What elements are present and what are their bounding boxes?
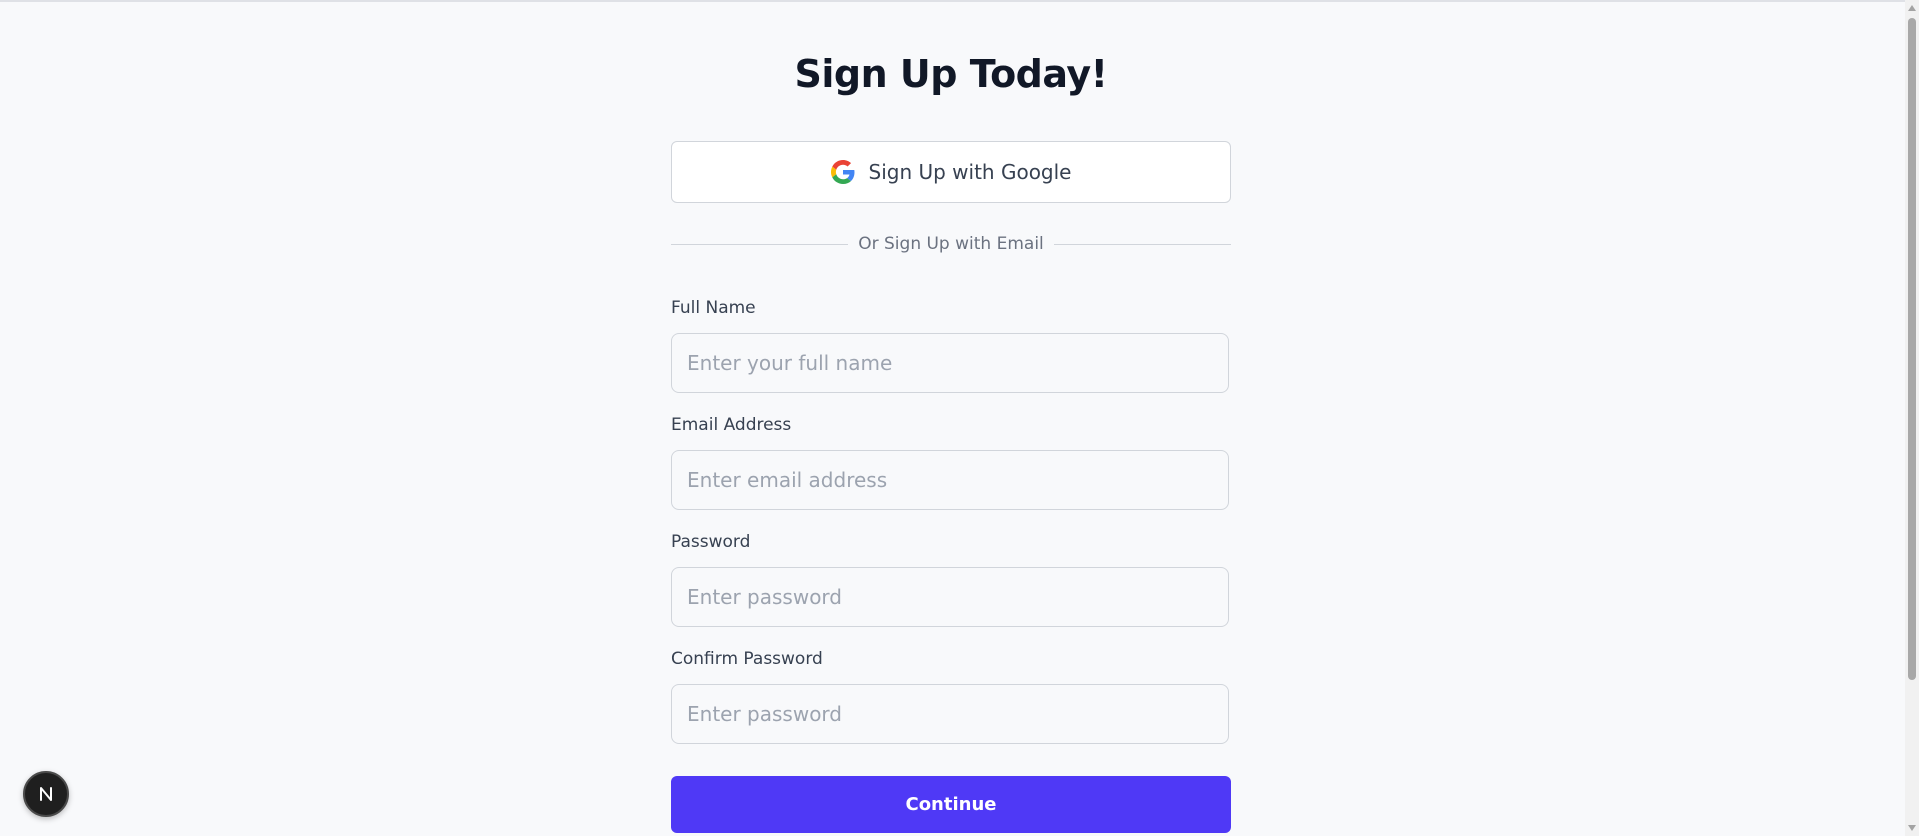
password-label: Password — [671, 532, 751, 552]
signup-page: Sign Up Today! Sign Up with Google Or Si… — [0, 0, 1905, 836]
nextjs-logo-icon — [40, 787, 52, 801]
scroll-up-arrow-icon[interactable] — [1908, 5, 1916, 11]
page-title: Sign Up Today! — [794, 52, 1108, 96]
top-border — [0, 0, 1905, 2]
divider-line-right — [1053, 243, 1231, 245]
vertical-scrollbar[interactable] — [1905, 0, 1919, 836]
confirm-password-input[interactable] — [671, 684, 1229, 744]
full-name-input[interactable] — [671, 333, 1229, 393]
scrollbar-thumb[interactable] — [1908, 18, 1916, 680]
or-divider: Or Sign Up with Email — [671, 231, 1231, 257]
confirm-password-label: Confirm Password — [671, 649, 823, 669]
email-input[interactable] — [671, 450, 1229, 510]
full-name-label: Full Name — [671, 298, 756, 318]
divider-line-left — [671, 243, 849, 245]
password-input[interactable] — [671, 567, 1229, 627]
divider-text: Or Sign Up with Email — [858, 234, 1044, 254]
nextjs-dev-badge[interactable] — [23, 771, 69, 817]
scroll-down-arrow-icon[interactable] — [1908, 825, 1916, 831]
google-signup-label: Sign Up with Google — [868, 160, 1072, 184]
email-label: Email Address — [671, 415, 792, 435]
google-signup-button[interactable]: Sign Up with Google — [671, 141, 1231, 203]
continue-button[interactable]: Continue — [671, 776, 1231, 833]
google-icon — [830, 160, 854, 184]
